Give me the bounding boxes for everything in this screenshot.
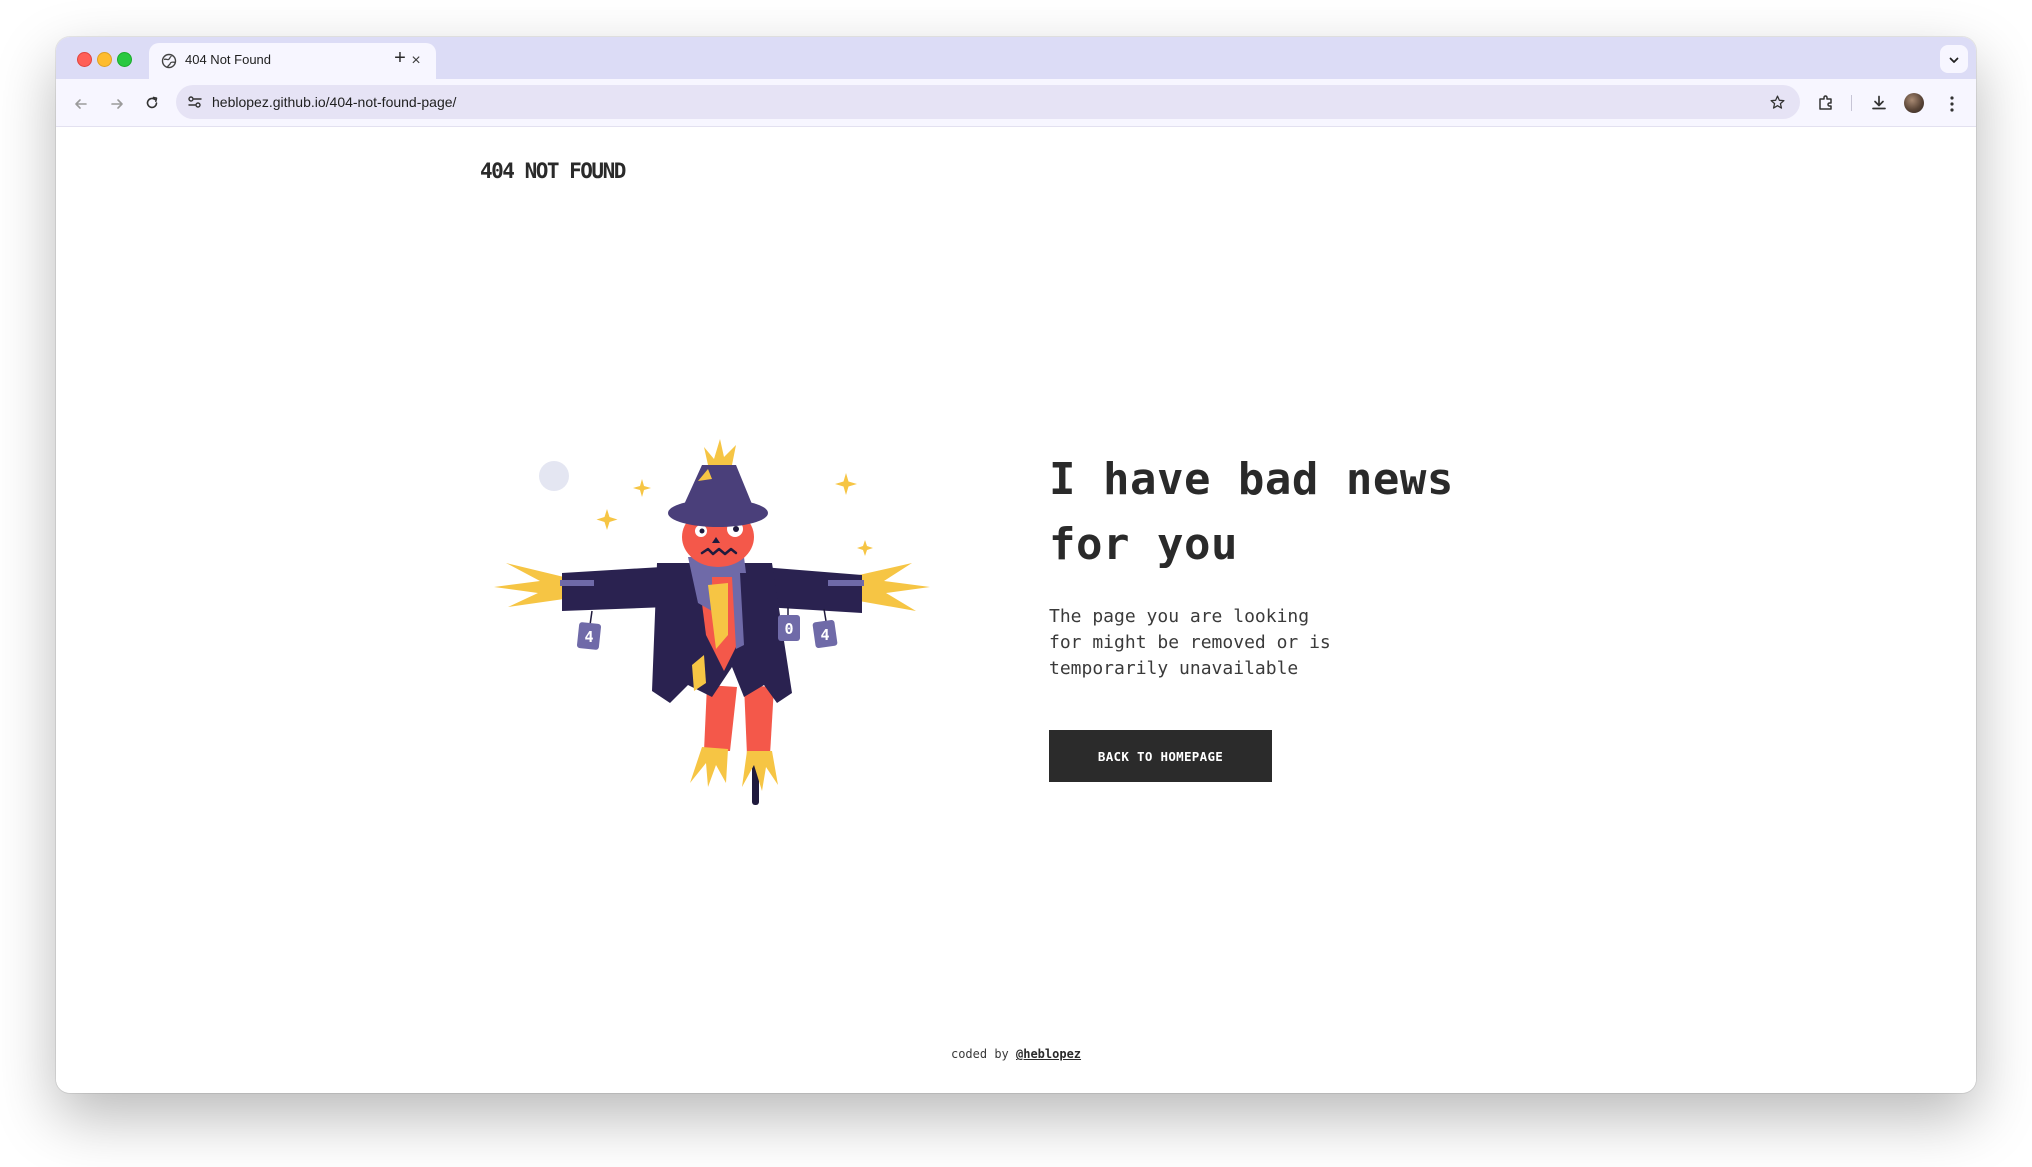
footer-credit: coded by @heblopez	[56, 1047, 1976, 1061]
scarecrow-leg	[744, 685, 774, 755]
sleeve-cuff	[828, 580, 864, 586]
hanging-tag: 4	[576, 622, 602, 650]
hanging-tag: 4	[812, 619, 838, 649]
straw-foot	[690, 747, 728, 787]
scarecrow-hat	[682, 465, 754, 509]
extensions-button[interactable]	[1814, 91, 1838, 115]
straw-hat-top	[704, 439, 736, 465]
toolbar-separator	[1851, 95, 1852, 111]
chevron-down-icon	[1949, 57, 1959, 64]
download-icon	[1872, 95, 1886, 110]
vertical-dots-icon	[1950, 96, 1954, 112]
page-headline: I have bad news for you	[1049, 447, 1609, 577]
straw-foot	[742, 751, 778, 791]
minimize-window-button[interactable]	[97, 52, 112, 67]
headline-line-1: I have bad news	[1049, 454, 1454, 505]
back-button[interactable]	[69, 91, 93, 115]
moon-decoration	[539, 461, 569, 491]
tag-digit-2: 0	[784, 620, 793, 638]
sparkle-decoration	[835, 473, 857, 495]
maximize-window-button[interactable]	[117, 52, 132, 67]
tab-search-button[interactable]	[1940, 45, 1968, 73]
bookmark-star-icon[interactable]	[1766, 91, 1788, 113]
scarecrow-illustration: 4 0 4	[494, 439, 930, 805]
arrow-left-icon	[75, 98, 87, 109]
sleeve-cuff	[560, 580, 594, 586]
scarecrow-coat-sleeve	[562, 567, 668, 611]
url-text[interactable]: heblopez.github.io/404-not-found-page/	[212, 94, 456, 110]
site-settings-icon[interactable]	[186, 93, 204, 111]
address-bar[interactable]: heblopez.github.io/404-not-found-page/	[176, 85, 1800, 119]
headline-line-2: for you	[1049, 519, 1238, 570]
new-tab-button[interactable]: +	[388, 47, 412, 71]
globe-icon	[161, 53, 177, 69]
back-to-homepage-button[interactable]: BACK TO HOMEPAGE	[1049, 730, 1272, 782]
straw-hand	[494, 563, 564, 607]
author-link[interactable]: @heblopez	[1016, 1047, 1081, 1061]
page-content: 404 NOT FOUND 4 0 4 I have bad news for …	[56, 127, 1976, 1093]
straw-hand	[859, 563, 930, 611]
site-logo[interactable]: 404 NOT FOUND	[480, 159, 626, 183]
reload-button[interactable]	[140, 91, 164, 115]
close-window-button[interactable]	[77, 52, 92, 67]
tab-title: 404 Not Found	[185, 52, 272, 67]
sparkle-decoration	[596, 509, 618, 530]
tab-strip: 404 Not Found × +	[56, 37, 1976, 79]
sparkle-decoration	[857, 540, 873, 556]
sparkle-decoration	[633, 479, 651, 497]
tag-digit-1: 4	[584, 628, 593, 646]
downloads-button[interactable]	[1867, 91, 1891, 115]
hanging-tag: 0	[778, 615, 800, 641]
puzzle-icon	[1819, 95, 1832, 110]
error-description: The page you are looking for might be re…	[1049, 606, 1331, 679]
star-icon	[1769, 95, 1785, 109]
more-menu-button[interactable]	[1940, 91, 1964, 115]
tag-digit-3: 4	[820, 626, 829, 644]
footer-prefix: coded by	[950, 1047, 1016, 1061]
reload-icon	[146, 96, 158, 108]
arrow-right-icon	[111, 98, 123, 109]
forward-button[interactable]	[105, 91, 129, 115]
browser-toolbar: heblopez.github.io/404-not-found-page/	[56, 79, 1976, 127]
profile-avatar[interactable]	[1904, 93, 1924, 113]
browser-window: 404 Not Found × + heblopez.github.io/404…	[56, 37, 1976, 1093]
